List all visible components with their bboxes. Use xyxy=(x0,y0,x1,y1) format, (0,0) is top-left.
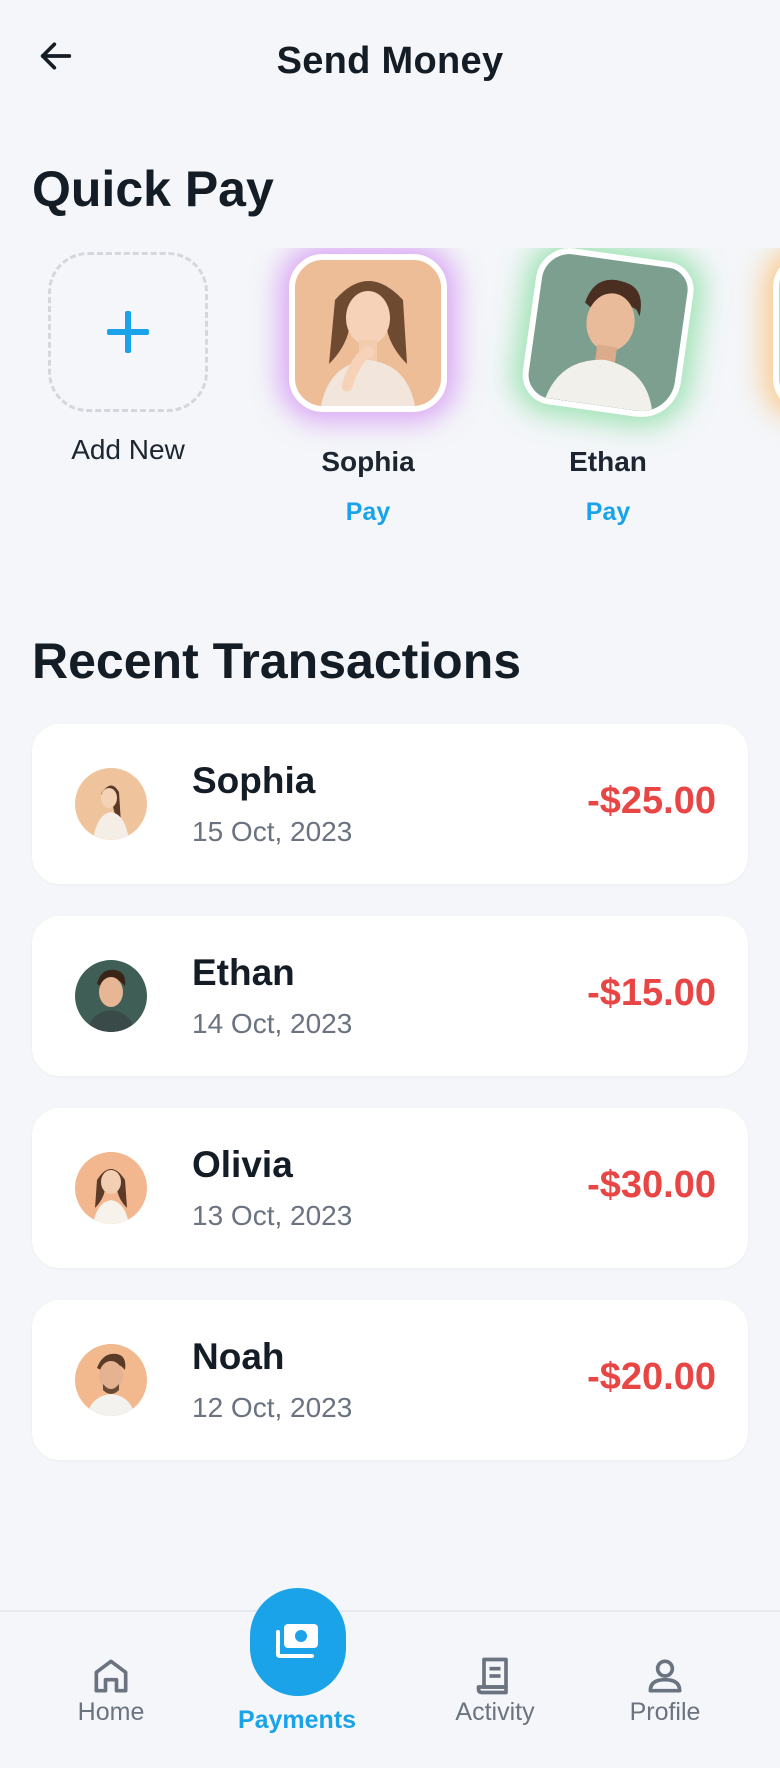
transaction-amount: -$20.00 xyxy=(587,1356,716,1398)
receipt-icon xyxy=(476,1657,508,1695)
nav-label: Activity xyxy=(455,1698,535,1726)
transaction-name: Sophia xyxy=(192,760,316,801)
transaction-row[interactable]: Olivia 13 Oct, 2023 -$30.00 xyxy=(32,1108,748,1268)
contact-name: Sophia xyxy=(321,446,415,477)
quick-pay-carousel[interactable]: Add New Sophia Pay Ethan Pay xyxy=(0,248,780,548)
nav-item-home[interactable]: Home xyxy=(36,1612,186,1768)
recent-transactions-title: Recent Transactions xyxy=(32,633,522,689)
header: Send Money xyxy=(0,0,780,130)
avatar xyxy=(75,768,147,840)
pay-button[interactable]: Pay xyxy=(258,498,478,527)
payments-icon xyxy=(276,1624,318,1658)
nav-label: Home xyxy=(77,1698,145,1726)
nav-label: Profile xyxy=(629,1698,701,1726)
transaction-row[interactable]: Sophia 15 Oct, 2023 -$25.00 xyxy=(32,724,748,884)
transaction-row[interactable]: Ethan 14 Oct, 2023 -$15.00 xyxy=(32,916,748,1076)
transaction-amount: -$25.00 xyxy=(587,780,716,822)
pay-button[interactable]: Pay xyxy=(498,498,718,527)
bottom-nav: Home Activity Profile xyxy=(0,1610,780,1768)
quick-pay-title: Quick Pay xyxy=(32,161,274,217)
avatar xyxy=(75,1344,147,1416)
add-new-button[interactable] xyxy=(48,252,208,412)
avatar[interactable] xyxy=(289,254,447,412)
quick-pay-contact-partial[interactable] xyxy=(742,248,780,412)
transaction-date: 14 Oct, 2023 xyxy=(192,1008,353,1039)
plus-icon xyxy=(107,311,149,353)
avatar[interactable] xyxy=(518,248,698,423)
user-icon xyxy=(648,1659,682,1693)
nav-item-activity[interactable]: Activity xyxy=(420,1612,570,1768)
avatar[interactable] xyxy=(773,254,780,412)
contact-name: Ethan xyxy=(569,446,647,477)
quick-pay-add-new[interactable]: Add New xyxy=(18,248,238,466)
transaction-list: Sophia 15 Oct, 2023 -$25.00 Ethan 14 Oct… xyxy=(32,724,748,1492)
transaction-date: 12 Oct, 2023 xyxy=(192,1392,353,1423)
send-money-screen: Send Money Quick Pay Add New Sophia Pay … xyxy=(0,0,780,1768)
nav-label-payments[interactable]: Payments xyxy=(222,1706,372,1735)
transaction-name: Olivia xyxy=(192,1144,293,1185)
add-new-label: Add New xyxy=(71,434,185,465)
transaction-amount: -$30.00 xyxy=(587,1164,716,1206)
transaction-date: 13 Oct, 2023 xyxy=(192,1200,353,1231)
home-icon xyxy=(94,1659,128,1693)
page-title: Send Money xyxy=(276,40,504,82)
quick-pay-contact-ethan[interactable]: Ethan Pay xyxy=(498,248,718,527)
transaction-name: Noah xyxy=(192,1336,285,1377)
transaction-row[interactable]: Noah 12 Oct, 2023 -$20.00 xyxy=(32,1300,748,1460)
nav-item-profile[interactable]: Profile xyxy=(590,1612,740,1768)
avatar xyxy=(75,960,147,1032)
nav-item-payments[interactable] xyxy=(250,1588,346,1696)
transaction-date: 15 Oct, 2023 xyxy=(192,816,353,847)
avatar xyxy=(75,1152,147,1224)
transaction-amount: -$15.00 xyxy=(587,972,716,1014)
quick-pay-contact-sophia[interactable]: Sophia Pay xyxy=(258,248,478,527)
transaction-name: Ethan xyxy=(192,952,295,993)
